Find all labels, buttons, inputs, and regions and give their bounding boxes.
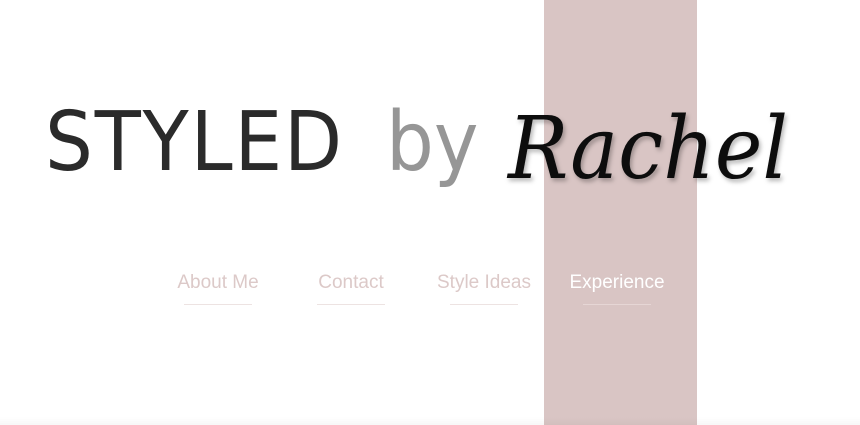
- logo-word-by: by: [386, 95, 479, 190]
- nav-underline: [583, 304, 651, 305]
- nav-item-contact[interactable]: Contact: [301, 266, 401, 316]
- nav-underline: [317, 304, 385, 305]
- page: STYLED by Rachel About Me Contact Style …: [0, 0, 860, 425]
- nav-item-label: About Me: [177, 272, 259, 293]
- nav-item-label: Experience: [569, 272, 665, 293]
- logo-word-script: Rachel: [506, 99, 788, 199]
- logo-script-wordmark: Rachel: [506, 99, 788, 199]
- nav-item-label: Style Ideas: [437, 272, 531, 293]
- nav-underline: [184, 304, 252, 305]
- nav-item-style-ideas[interactable]: Style Ideas: [429, 266, 539, 316]
- nav-underline: [450, 304, 518, 305]
- site-logo[interactable]: STYLED by Rachel: [0, 0, 860, 230]
- nav-item-label: Contact: [318, 272, 384, 293]
- nav-item-about-me[interactable]: About Me: [168, 266, 268, 316]
- bottom-edge-shadow: [0, 417, 860, 425]
- nav-item-experience[interactable]: Experience: [562, 266, 672, 316]
- logo-word-styled: STYLED: [45, 95, 344, 190]
- main-nav: About Me Contact Style Ideas Experience: [0, 266, 860, 316]
